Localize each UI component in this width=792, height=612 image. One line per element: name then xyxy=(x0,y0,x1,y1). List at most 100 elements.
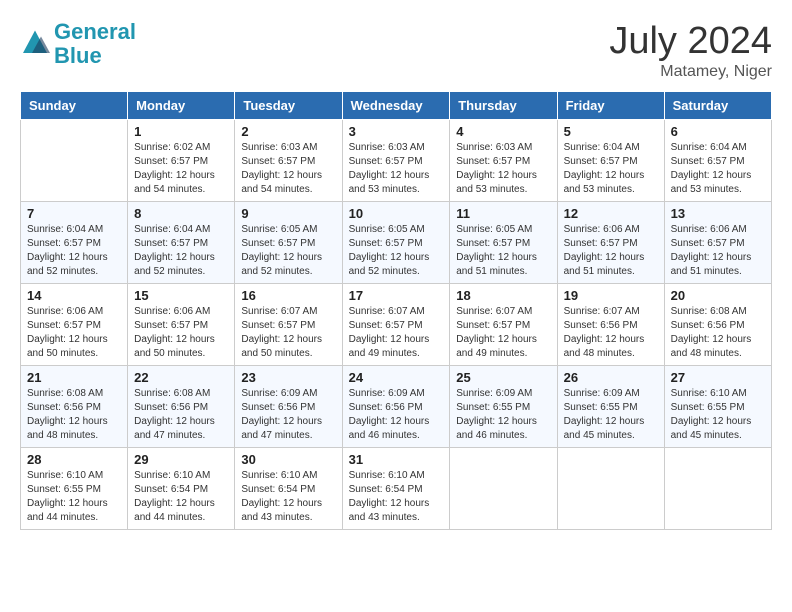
day-info: Sunrise: 6:08 AMSunset: 6:56 PMDaylight:… xyxy=(134,387,228,443)
day-info: Sunrise: 6:07 AMSunset: 6:57 PMDaylight:… xyxy=(241,305,335,361)
page-header: General Blue July 2024 Matamey, Niger xyxy=(20,20,772,81)
weekday-header-friday: Friday xyxy=(557,92,664,120)
day-number: 11 xyxy=(456,206,550,221)
day-info: Sunrise: 6:03 AMSunset: 6:57 PMDaylight:… xyxy=(241,141,335,197)
day-info: Sunrise: 6:07 AMSunset: 6:57 PMDaylight:… xyxy=(456,305,550,361)
day-info: Sunrise: 6:10 AMSunset: 6:55 PMDaylight:… xyxy=(27,469,121,525)
logo-line2: Blue xyxy=(54,43,102,68)
day-number: 29 xyxy=(134,452,228,467)
day-info: Sunrise: 6:09 AMSunset: 6:55 PMDaylight:… xyxy=(456,387,550,443)
day-info: Sunrise: 6:04 AMSunset: 6:57 PMDaylight:… xyxy=(671,141,765,197)
calendar-cell: 12Sunrise: 6:06 AMSunset: 6:57 PMDayligh… xyxy=(557,202,664,284)
month-year-title: July 2024 xyxy=(609,20,772,63)
weekday-header-sunday: Sunday xyxy=(21,92,128,120)
day-info: Sunrise: 6:09 AMSunset: 6:56 PMDaylight:… xyxy=(349,387,444,443)
calendar-cell: 11 Sunrise: 6:05 AMSunset: 6:57 PMDayligh… xyxy=(450,202,557,284)
day-number: 27 xyxy=(671,370,765,385)
weekday-header-tuesday: Tuesday xyxy=(235,92,342,120)
weekday-header-saturday: Saturday xyxy=(664,92,771,120)
calendar-cell: 1Sunrise: 6:02 AMSunset: 6:57 PMDaylight… xyxy=(128,120,235,202)
calendar-week-row: 28 Sunrise: 6:10 AMSunset: 6:55 PMDayligh… xyxy=(21,448,772,530)
day-number: 8 xyxy=(134,206,228,221)
day-number: 22 xyxy=(134,370,228,385)
calendar-cell: 13 Sunrise: 6:06 AMSunset: 6:57 PMDayligh… xyxy=(664,202,771,284)
day-info: Sunrise: 6:05 AMSunset: 6:57 PMDaylight:… xyxy=(456,223,550,279)
day-info: Sunrise: 6:09 AMSunset: 6:56 PMDaylight:… xyxy=(241,387,335,443)
logo-text: General Blue xyxy=(54,20,136,68)
weekday-header-thursday: Thursday xyxy=(450,92,557,120)
day-number: 19 xyxy=(564,288,658,303)
day-number: 14 xyxy=(27,288,121,303)
calendar-cell: 3Sunrise: 6:03 AMSunset: 6:57 PMDaylight… xyxy=(342,120,450,202)
calendar-cell: 27 Sunrise: 6:10 AMSunset: 6:55 PMDayligh… xyxy=(664,366,771,448)
calendar-cell: 8 Sunrise: 6:04 AMSunset: 6:57 PMDaylight… xyxy=(128,202,235,284)
calendar-cell: 17Sunrise: 6:07 AMSunset: 6:57 PMDayligh… xyxy=(342,284,450,366)
weekday-header-wednesday: Wednesday xyxy=(342,92,450,120)
calendar-cell: 2 Sunrise: 6:03 AMSunset: 6:57 PMDaylight… xyxy=(235,120,342,202)
calendar-week-row: 14 Sunrise: 6:06 AMSunset: 6:57 PMDayligh… xyxy=(21,284,772,366)
day-info: Sunrise: 6:08 AMSunset: 6:56 PMDaylight:… xyxy=(27,387,121,443)
calendar-cell: 10 Sunrise: 6:05 AMSunset: 6:57 PMDayligh… xyxy=(342,202,450,284)
weekday-header-monday: Monday xyxy=(128,92,235,120)
calendar-cell: 31 Sunrise: 6:10 AMSunset: 6:54 PMDayligh… xyxy=(342,448,450,530)
day-info: Sunrise: 6:06 AMSunset: 6:57 PMDaylight:… xyxy=(27,305,121,361)
day-number: 1 xyxy=(134,124,228,139)
day-number: 10 xyxy=(349,206,444,221)
day-info: Sunrise: 6:07 AMSunset: 6:56 PMDaylight:… xyxy=(564,305,658,361)
day-number: 4 xyxy=(456,124,550,139)
day-number: 18 xyxy=(456,288,550,303)
calendar-cell: 19 Sunrise: 6:07 AMSunset: 6:56 PMDayligh… xyxy=(557,284,664,366)
calendar-cell: 21Sunrise: 6:08 AMSunset: 6:56 PMDayligh… xyxy=(21,366,128,448)
day-number: 2 xyxy=(241,124,335,139)
day-number: 20 xyxy=(671,288,765,303)
calendar-cell xyxy=(557,448,664,530)
day-info: Sunrise: 6:08 AMSunset: 6:56 PMDaylight:… xyxy=(671,305,765,361)
calendar-cell: 6 Sunrise: 6:04 AMSunset: 6:57 PMDaylight… xyxy=(664,120,771,202)
calendar-cell: 22 Sunrise: 6:08 AMSunset: 6:56 PMDayligh… xyxy=(128,366,235,448)
calendar-table: SundayMondayTuesdayWednesdayThursdayFrid… xyxy=(20,91,772,530)
day-number: 23 xyxy=(241,370,335,385)
day-number: 16 xyxy=(241,288,335,303)
day-info: Sunrise: 6:10 AMSunset: 6:55 PMDaylight:… xyxy=(671,387,765,443)
calendar-cell: 5 Sunrise: 6:04 AMSunset: 6:57 PMDaylight… xyxy=(557,120,664,202)
day-info: Sunrise: 6:10 AMSunset: 6:54 PMDaylight:… xyxy=(349,469,444,525)
calendar-week-row: 1Sunrise: 6:02 AMSunset: 6:57 PMDaylight… xyxy=(21,120,772,202)
day-info: Sunrise: 6:07 AMSunset: 6:57 PMDaylight:… xyxy=(349,305,444,361)
day-number: 9 xyxy=(241,206,335,221)
day-number: 30 xyxy=(241,452,335,467)
logo-icon xyxy=(20,29,50,59)
weekday-header-row: SundayMondayTuesdayWednesdayThursdayFrid… xyxy=(21,92,772,120)
day-number: 25 xyxy=(456,370,550,385)
day-info: Sunrise: 6:06 AMSunset: 6:57 PMDaylight:… xyxy=(564,223,658,279)
day-number: 24 xyxy=(349,370,444,385)
day-number: 13 xyxy=(671,206,765,221)
day-info: Sunrise: 6:10 AMSunset: 6:54 PMDaylight:… xyxy=(241,469,335,525)
calendar-cell: 7Sunrise: 6:04 AMSunset: 6:57 PMDaylight… xyxy=(21,202,128,284)
calendar-cell: 16 Sunrise: 6:07 AMSunset: 6:57 PMDayligh… xyxy=(235,284,342,366)
calendar-cell: 20 Sunrise: 6:08 AMSunset: 6:56 PMDayligh… xyxy=(664,284,771,366)
day-number: 3 xyxy=(349,124,444,139)
calendar-cell: 24 Sunrise: 6:09 AMSunset: 6:56 PMDayligh… xyxy=(342,366,450,448)
day-info: Sunrise: 6:04 AMSunset: 6:57 PMDaylight:… xyxy=(134,223,228,279)
day-info: Sunrise: 6:05 AMSunset: 6:57 PMDaylight:… xyxy=(349,223,444,279)
calendar-week-row: 7Sunrise: 6:04 AMSunset: 6:57 PMDaylight… xyxy=(21,202,772,284)
day-number: 28 xyxy=(27,452,121,467)
calendar-cell: 18 Sunrise: 6:07 AMSunset: 6:57 PMDayligh… xyxy=(450,284,557,366)
day-number: 26 xyxy=(564,370,658,385)
calendar-cell xyxy=(21,120,128,202)
day-number: 6 xyxy=(671,124,765,139)
day-info: Sunrise: 6:06 AMSunset: 6:57 PMDaylight:… xyxy=(671,223,765,279)
calendar-cell: 9Sunrise: 6:05 AMSunset: 6:57 PMDaylight… xyxy=(235,202,342,284)
calendar-cell: 4Sunrise: 6:03 AMSunset: 6:57 PMDaylight… xyxy=(450,120,557,202)
day-number: 31 xyxy=(349,452,444,467)
title-block: July 2024 Matamey, Niger xyxy=(609,20,772,81)
calendar-cell: 23 Sunrise: 6:09 AMSunset: 6:56 PMDayligh… xyxy=(235,366,342,448)
day-info: Sunrise: 6:04 AMSunset: 6:57 PMDaylight:… xyxy=(27,223,121,279)
day-info: Sunrise: 6:04 AMSunset: 6:57 PMDaylight:… xyxy=(564,141,658,197)
calendar-cell xyxy=(450,448,557,530)
location-subtitle: Matamey, Niger xyxy=(609,63,772,81)
calendar-cell xyxy=(664,448,771,530)
calendar-cell: 29Sunrise: 6:10 AMSunset: 6:54 PMDayligh… xyxy=(128,448,235,530)
logo: General Blue xyxy=(20,20,136,68)
day-number: 5 xyxy=(564,124,658,139)
